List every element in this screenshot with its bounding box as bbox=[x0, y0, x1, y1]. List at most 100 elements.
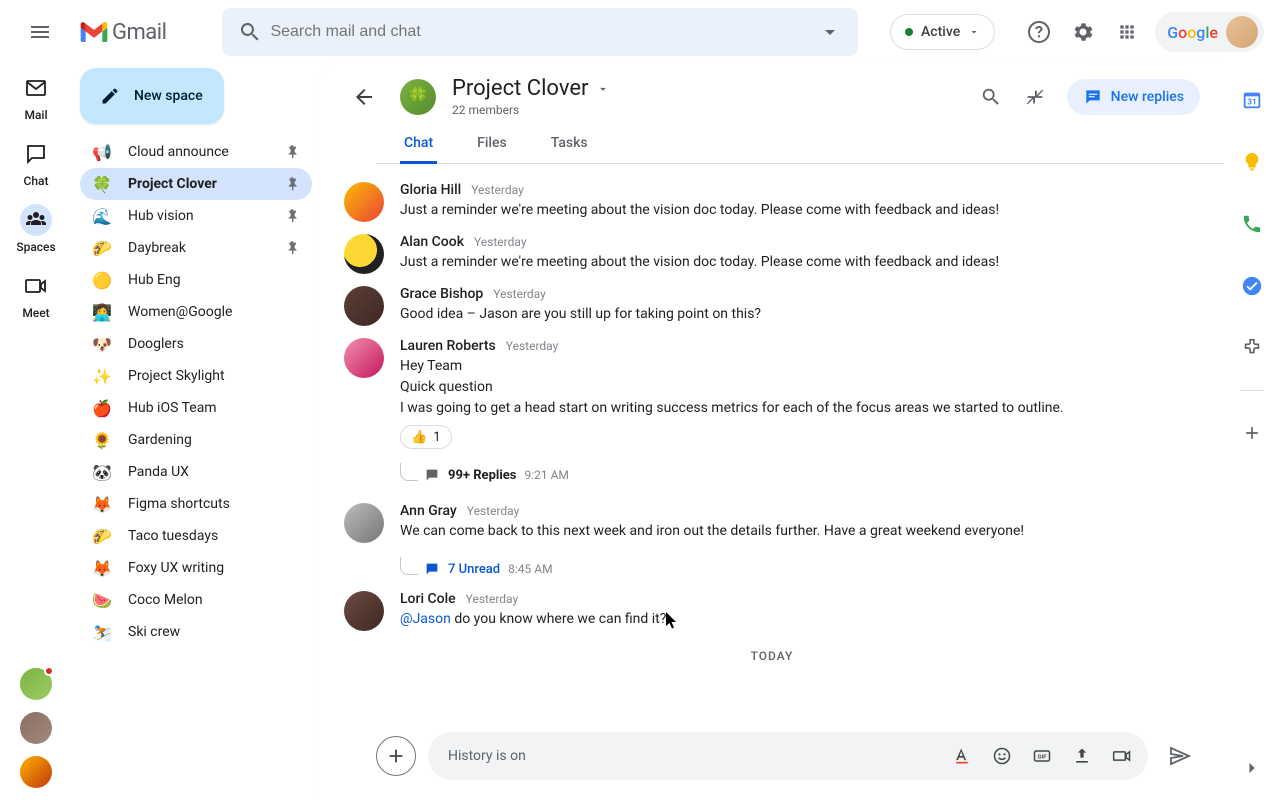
space-name: Cloud announce bbox=[128, 144, 268, 160]
collapse-button[interactable] bbox=[1015, 77, 1055, 117]
space-item[interactable]: 🍀 Project Clover bbox=[80, 168, 312, 200]
space-name: Women@Google bbox=[128, 304, 300, 320]
space-item[interactable]: 🍎Hub iOS Team bbox=[80, 392, 312, 424]
space-avatar[interactable]: 🍀 bbox=[400, 79, 436, 115]
search-input[interactable] bbox=[270, 23, 810, 41]
phone-addon[interactable] bbox=[1232, 204, 1272, 244]
search-options-button[interactable] bbox=[810, 12, 850, 52]
space-item[interactable]: 🍉Coco Melon bbox=[80, 584, 312, 616]
gif-button[interactable]: GIF bbox=[1024, 738, 1060, 774]
tab-chat[interactable]: Chat bbox=[400, 125, 437, 164]
support-button[interactable] bbox=[1019, 12, 1059, 52]
space-name: Taco tuesdays bbox=[128, 528, 300, 544]
space-item[interactable]: ⛷️Ski crew bbox=[80, 616, 312, 648]
video-icon bbox=[1112, 746, 1132, 766]
search-bar[interactable] bbox=[222, 8, 858, 56]
rail-spaces[interactable]: Spaces bbox=[0, 200, 72, 266]
spaces-list: 📢 Cloud announce 🍀 Project Clover 🌊Hub visio… bbox=[80, 136, 312, 648]
space-item[interactable]: 🐼Panda UX bbox=[80, 456, 312, 488]
space-item[interactable]: 🐶Dooglers bbox=[80, 328, 312, 360]
extension-icon bbox=[1241, 337, 1263, 359]
status-chip[interactable]: Active bbox=[890, 14, 995, 50]
space-item[interactable]: 🌮Taco tuesdays bbox=[80, 520, 312, 552]
space-name: Hub iOS Team bbox=[128, 400, 300, 416]
meet-icon bbox=[24, 274, 48, 298]
space-emoji-icon: 🐶 bbox=[92, 334, 112, 354]
thread-replies-link[interactable]: 99+ Replies 9:21 AM bbox=[400, 463, 1200, 487]
thread-unread-link[interactable]: 7 Unread 8:45 AM bbox=[400, 557, 1200, 581]
message-avatar[interactable] bbox=[344, 182, 384, 222]
calendar-addon[interactable]: 31 bbox=[1232, 80, 1272, 120]
new-replies-button[interactable]: New replies bbox=[1067, 79, 1200, 115]
message-author: Grace Bishop bbox=[400, 286, 483, 302]
space-item[interactable]: 🌮Daybreak bbox=[80, 232, 312, 264]
space-emoji-icon: 🍀 bbox=[92, 174, 112, 194]
send-button[interactable] bbox=[1160, 736, 1200, 776]
contacts-addon[interactable] bbox=[1232, 328, 1272, 368]
main-menu-button[interactable] bbox=[16, 8, 64, 56]
message-avatar[interactable] bbox=[344, 591, 384, 631]
message-author: Ann Gray bbox=[400, 503, 457, 519]
chat-title-button[interactable]: Project Clover bbox=[452, 76, 955, 101]
compose-placeholder: History is on bbox=[448, 748, 944, 764]
get-addons-button[interactable] bbox=[1232, 413, 1272, 453]
message-avatar[interactable] bbox=[344, 286, 384, 326]
space-item[interactable]: 🦊Figma shortcuts bbox=[80, 488, 312, 520]
side-panel-toggle[interactable] bbox=[1232, 748, 1272, 788]
rail-chat[interactable]: Chat bbox=[0, 134, 72, 200]
rail-contact-3[interactable] bbox=[20, 756, 52, 788]
member-count[interactable]: 22 members bbox=[452, 103, 955, 117]
tasks-addon[interactable] bbox=[1232, 266, 1272, 306]
message-body: Just a reminder we're meeting about the … bbox=[400, 200, 1200, 221]
compose-input[interactable]: History is on GIF bbox=[428, 732, 1148, 780]
message-avatar[interactable] bbox=[344, 234, 384, 274]
gear-icon bbox=[1071, 20, 1095, 44]
space-item[interactable]: 📢 Cloud announce bbox=[80, 136, 312, 168]
space-item[interactable]: 👩‍💻Women@Google bbox=[80, 296, 312, 328]
upload-button[interactable] bbox=[1064, 738, 1100, 774]
tab-files[interactable]: Files bbox=[473, 125, 511, 164]
compose-area: History is on GIF bbox=[320, 720, 1224, 800]
mail-icon bbox=[24, 76, 48, 100]
tab-tasks[interactable]: Tasks bbox=[547, 125, 592, 164]
space-item[interactable]: ✨Project Skylight bbox=[80, 360, 312, 392]
thread-replies-count: 99+ Replies bbox=[448, 468, 516, 483]
compose-add-button[interactable] bbox=[376, 736, 416, 776]
search-icon bbox=[980, 86, 1002, 108]
space-item[interactable]: 🦊Foxy UX writing bbox=[80, 552, 312, 584]
message-avatar[interactable] bbox=[344, 338, 384, 378]
keep-addon[interactable] bbox=[1232, 142, 1272, 182]
pencil-icon bbox=[100, 86, 120, 106]
message-row: Lori ColeYesterday @Jason do you know wh… bbox=[344, 585, 1200, 637]
new-replies-label: New replies bbox=[1111, 89, 1184, 105]
reaction-chip[interactable]: 👍 1 bbox=[400, 425, 452, 449]
mention[interactable]: @Jason bbox=[400, 611, 451, 627]
space-item[interactable]: 🟡Hub Eng bbox=[80, 264, 312, 296]
rail-meet[interactable]: Meet bbox=[0, 266, 72, 332]
space-emoji-icon: 📢 bbox=[92, 142, 112, 162]
rail-mail[interactable]: Mail bbox=[0, 68, 72, 134]
emoji-button[interactable] bbox=[984, 738, 1020, 774]
rail-contact-2[interactable] bbox=[20, 712, 52, 744]
gmail-logo[interactable]: Gmail bbox=[72, 20, 166, 45]
apps-button[interactable] bbox=[1107, 12, 1147, 52]
video-button[interactable] bbox=[1104, 738, 1140, 774]
pin-icon bbox=[284, 208, 300, 224]
settings-button[interactable] bbox=[1063, 12, 1103, 52]
chat-search-button[interactable] bbox=[971, 77, 1011, 117]
new-space-button[interactable]: New space bbox=[80, 68, 224, 124]
back-button[interactable] bbox=[344, 77, 384, 117]
apps-grid-icon bbox=[1117, 22, 1137, 42]
message-avatar[interactable] bbox=[344, 503, 384, 543]
space-name: Project Clover bbox=[128, 176, 268, 192]
thread-time: 8:45 AM bbox=[508, 562, 552, 576]
space-item[interactable]: 🌻Gardening bbox=[80, 424, 312, 456]
search-icon[interactable] bbox=[230, 12, 270, 52]
message-list[interactable]: Gloria HillYesterday Just a reminder we'… bbox=[320, 164, 1224, 720]
phone-icon bbox=[1241, 213, 1263, 235]
account-button[interactable]: Google bbox=[1155, 12, 1264, 52]
space-emoji-icon: 🟡 bbox=[92, 270, 112, 290]
space-item[interactable]: 🌊Hub vision bbox=[80, 200, 312, 232]
rail-contact-1[interactable] bbox=[20, 668, 52, 700]
format-button[interactable] bbox=[944, 738, 980, 774]
